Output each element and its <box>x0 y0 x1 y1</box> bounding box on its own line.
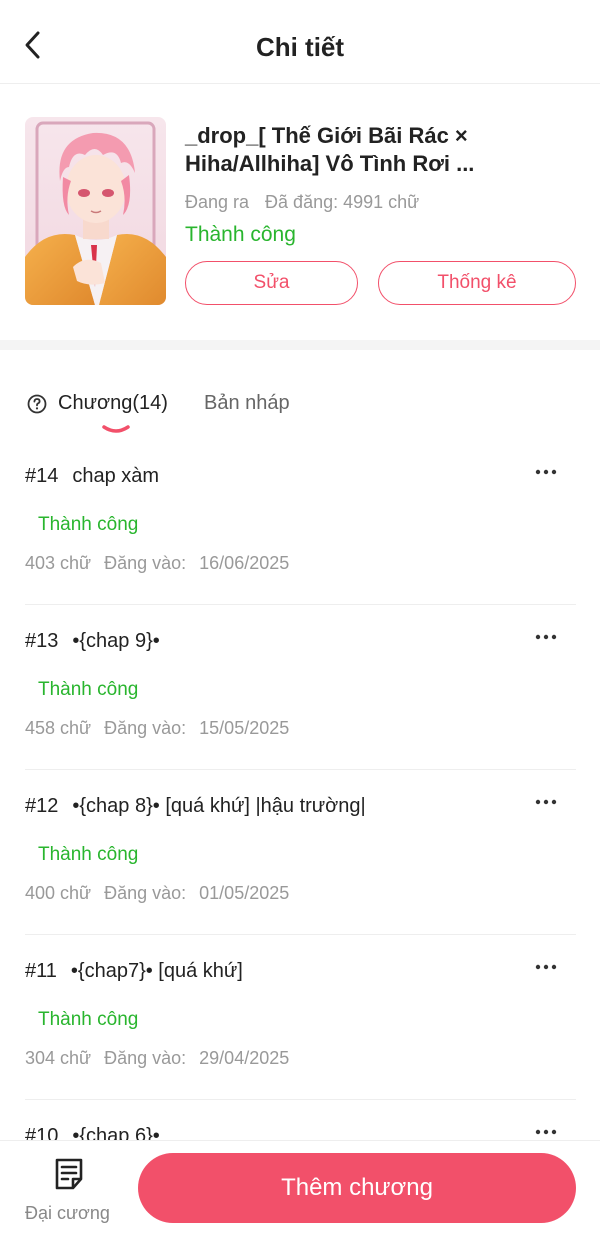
book-status: Thành công <box>185 223 296 246</box>
chapter-tabs: Chương(14) Bản nháp <box>0 350 600 440</box>
more-horizontal-icon[interactable] <box>534 462 558 482</box>
chapter-heading: #13 •{chap 9}• <box>25 630 160 653</box>
outline-label: Đại cương <box>25 1203 110 1223</box>
tab-chapters[interactable]: Chương(14) <box>58 392 168 415</box>
book-title: _drop_[ Thế Giới Bãi Rác × Hiha/Allhiha]… <box>185 122 585 178</box>
chapter-date: 15/05/2025 <box>199 718 290 738</box>
chapter-heading: #11 •{chap7}• [quá khứ] <box>25 960 243 983</box>
chapter-title: chap xàm <box>72 465 160 487</box>
tab-drafts[interactable]: Bản nháp <box>204 392 290 415</box>
chapter-date: 29/04/2025 <box>199 1048 290 1068</box>
chapter-number: #14 <box>25 465 59 487</box>
chapter-word-count: 304 chữ <box>25 1048 92 1068</box>
list-item[interactable]: #12 •{chap 8}• [quá khứ] |hậu trường| Thà… <box>25 770 576 935</box>
chapter-status: Thành công <box>38 679 139 700</box>
active-tab-indicator <box>102 425 130 433</box>
chapter-posted-label: Đăng vào: <box>104 883 187 903</box>
stats-button[interactable]: Thống kê <box>378 261 576 305</box>
section-divider <box>0 340 600 350</box>
page-title: Chi tiết <box>255 32 345 62</box>
chapter-posted-label: Đăng vào: <box>104 1048 187 1068</box>
list-item[interactable]: #13 •{chap 9}• Thành công 458 chữ Đăng vào… <box>25 605 576 770</box>
book-title-line: Hiha/Allhiha] Vô Tình Rơi ... <box>185 151 475 176</box>
add-chapter-button[interactable]: Thêm chương <box>138 1153 576 1223</box>
top-bar: Chi tiết <box>0 0 600 84</box>
list-item[interactable]: #11 •{chap7}• [quá khứ] Thành công 304 ch… <box>25 935 576 1100</box>
chapter-heading: #12 •{chap 8}• [quá khứ] |hậu trường| <box>25 795 366 818</box>
more-horizontal-icon[interactable] <box>534 957 558 977</box>
chapter-number: #11 <box>25 960 57 982</box>
chapter-title: •{chap 8}• [quá khứ] |hậu trường| <box>72 795 366 817</box>
question-circle-icon[interactable] <box>27 394 47 414</box>
chapter-word-count: 458 chữ <box>25 718 92 738</box>
chapter-status: Thành công <box>38 844 139 865</box>
book-info-card: _drop_[ Thế Giới Bãi Rác × Hiha/Allhiha]… <box>0 84 600 340</box>
chapter-date: 16/06/2025 <box>199 553 290 573</box>
chapter-number: #12 <box>25 795 59 817</box>
list-item[interactable]: #10 •{chap 6}• <box>25 1100 576 1140</box>
chapter-posted-label: Đăng vào: <box>104 718 187 738</box>
chapter-heading: #10 •{chap 6}• <box>25 1125 160 1140</box>
document-lines-icon <box>55 1158 83 1190</box>
chapter-number: #13 <box>25 630 59 652</box>
chapter-meta: 403 chữ Đăng vào: 16/06/2025 <box>25 553 289 574</box>
chapter-date: 01/05/2025 <box>199 883 290 903</box>
chapter-list: #14 chap xàm Thành công 403 chữ Đăng vào: 1… <box>0 440 600 1140</box>
chapter-title: •{chap7}• [quá khứ] <box>70 960 243 982</box>
more-horizontal-icon[interactable] <box>534 1122 558 1140</box>
chapter-meta: 304 chữ Đăng vào: 29/04/2025 <box>25 1048 289 1069</box>
book-state: Đang ra <box>185 192 250 212</box>
more-horizontal-icon[interactable] <box>534 627 558 647</box>
book-meta: Đang ra Đã đăng: 4991 chữ <box>185 192 419 213</box>
book-cover-image[interactable] <box>25 117 166 305</box>
chapter-title: •{chap 9}• <box>72 630 160 652</box>
chapter-meta: 458 chữ Đăng vào: 15/05/2025 <box>25 718 289 739</box>
chapter-title: •{chap 6}• <box>72 1125 160 1140</box>
outline-button[interactable]: Đại cương <box>20 1155 120 1225</box>
more-horizontal-icon[interactable] <box>534 792 558 812</box>
chapter-word-count: 403 chữ <box>25 553 92 573</box>
chapter-heading: #14 chap xàm <box>25 465 159 488</box>
chapter-meta: 400 chữ Đăng vào: 01/05/2025 <box>25 883 289 904</box>
book-title-line: _drop_[ Thế Giới Bãi Rác × <box>185 123 468 148</box>
list-item[interactable]: #14 chap xàm Thành công 403 chữ Đăng vào: 1… <box>25 440 576 605</box>
chapter-number: #10 <box>25 1125 59 1140</box>
edit-button[interactable]: Sửa <box>185 261 358 305</box>
book-word-count: Đã đăng: 4991 chữ <box>265 192 420 212</box>
chapter-word-count: 400 chữ <box>25 883 92 903</box>
chapter-posted-label: Đăng vào: <box>104 553 187 573</box>
chapter-status: Thành công <box>38 514 139 535</box>
bottom-bar: Đại cương Thêm chương <box>0 1140 600 1233</box>
chapter-status: Thành công <box>38 1009 139 1030</box>
